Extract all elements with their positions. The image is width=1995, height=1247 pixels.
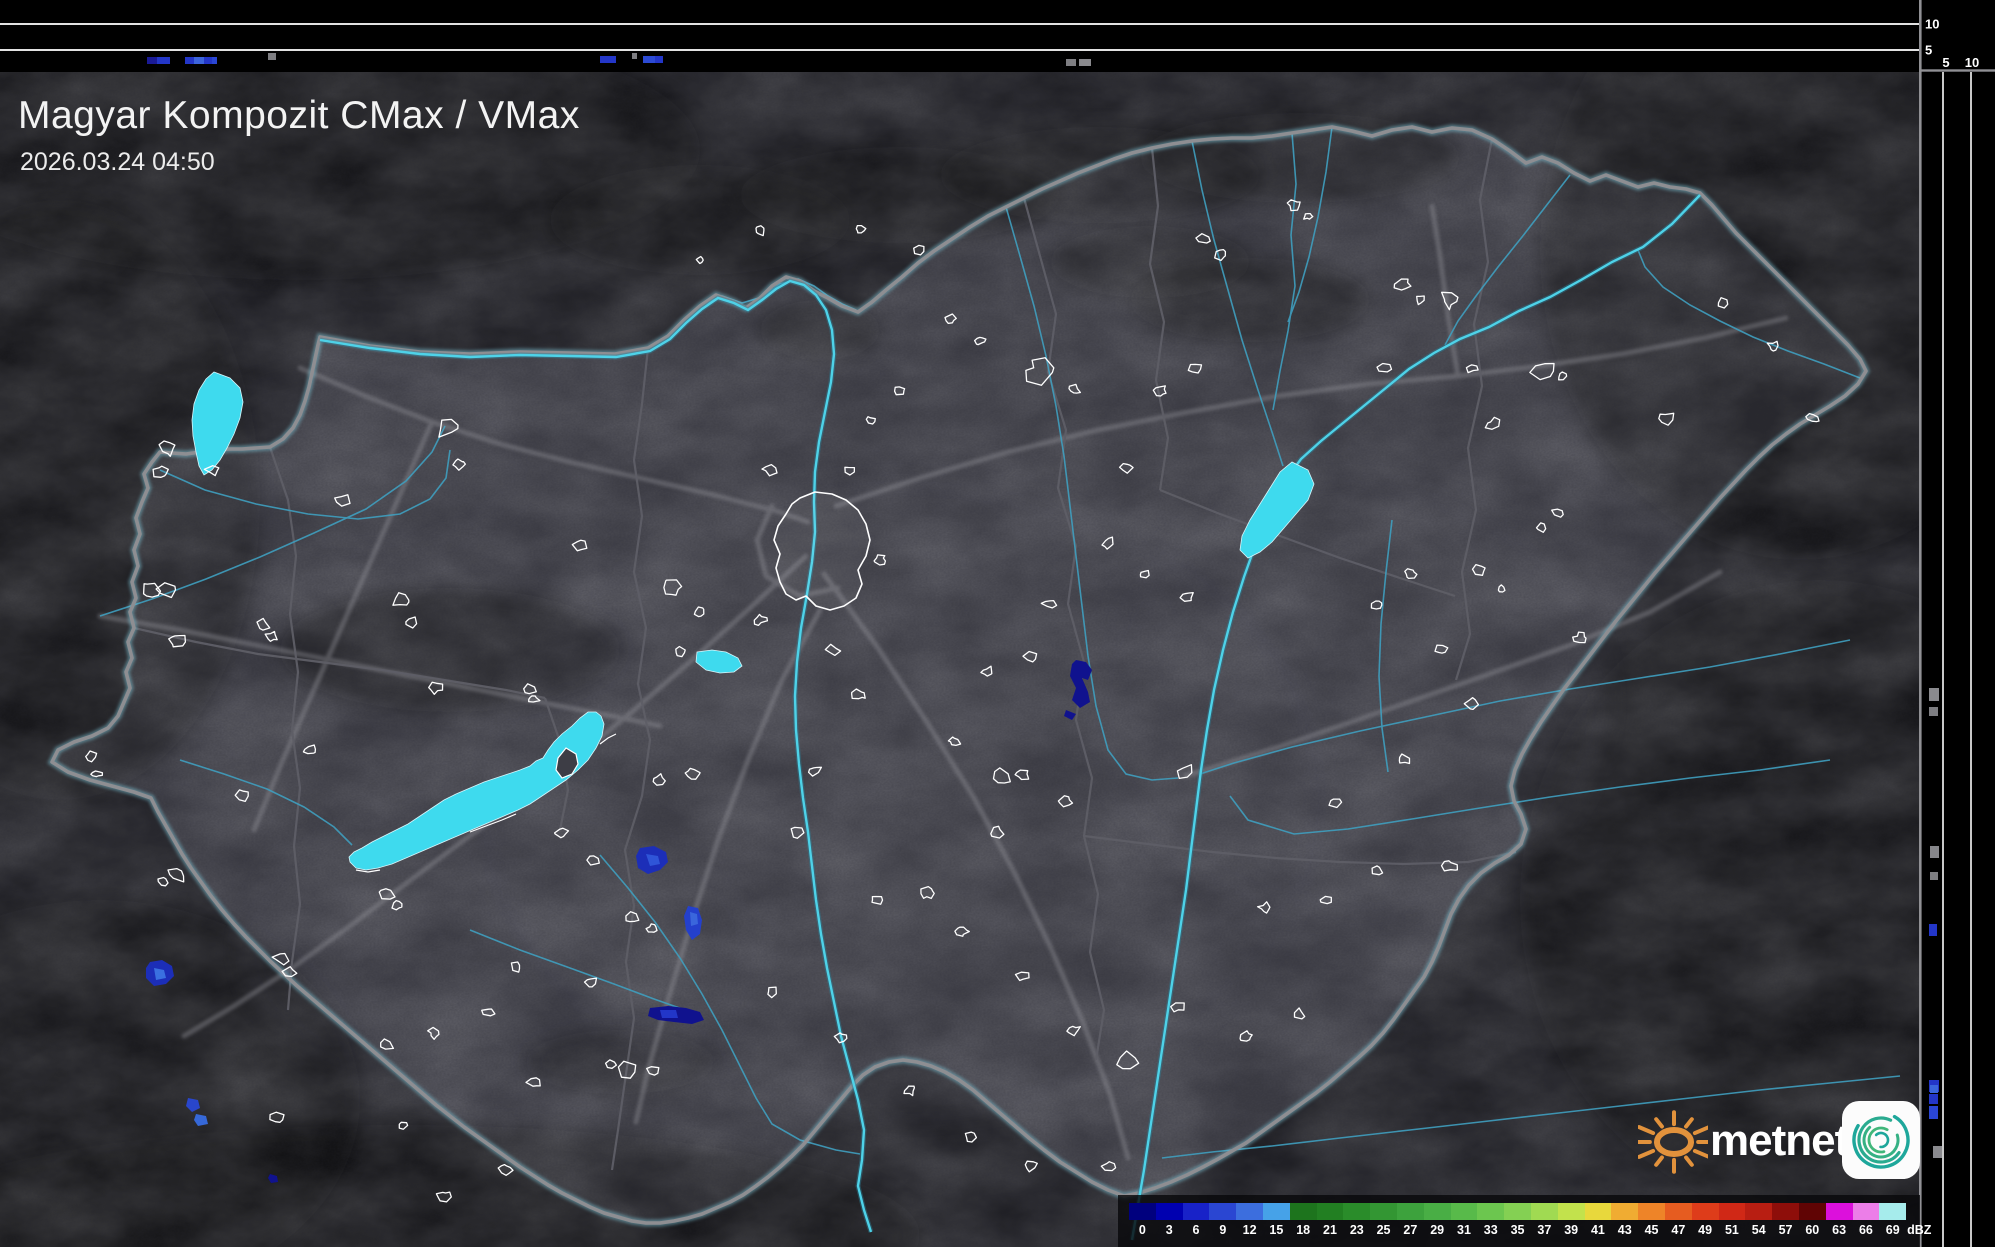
time-profile-strip[interactable] bbox=[0, 0, 1995, 72]
page-title: Magyar Kompozit CMax / VMax bbox=[18, 94, 580, 137]
dbz-tick-label: 3 bbox=[1165, 1223, 1173, 1237]
dbz-tick-label: 9 bbox=[1219, 1223, 1227, 1237]
dbz-tick-label: 29 bbox=[1430, 1223, 1445, 1237]
dbz-swatch-49 bbox=[1691, 1203, 1719, 1220]
dbz-tick-label: 57 bbox=[1778, 1223, 1793, 1237]
dbz-swatch-69 bbox=[1879, 1203, 1907, 1220]
dbz-tick-label: 31 bbox=[1457, 1223, 1471, 1237]
dbz-tick-label: 63 bbox=[1832, 1223, 1847, 1237]
dbz-swatch-41 bbox=[1584, 1203, 1612, 1220]
dbz-unit-label: dBZ bbox=[1907, 1223, 1932, 1237]
dbz-swatch-9 bbox=[1209, 1203, 1237, 1220]
side-axis-label-10km: 10 bbox=[1964, 55, 1980, 70]
dbz-swatch-15 bbox=[1262, 1203, 1290, 1220]
dbz-tick-label: 66 bbox=[1858, 1223, 1873, 1237]
dbz-swatch-21 bbox=[1316, 1203, 1344, 1220]
dbz-swatch-47 bbox=[1664, 1203, 1692, 1220]
dbz-swatch-37 bbox=[1530, 1203, 1558, 1220]
dbz-swatch-43 bbox=[1611, 1203, 1639, 1220]
metnet-logo-text[interactable]: metnet bbox=[1710, 1116, 1849, 1166]
dbz-swatch-63 bbox=[1825, 1203, 1853, 1220]
dbz-swatch-3 bbox=[1155, 1203, 1183, 1220]
dbz-tick-label: 54 bbox=[1751, 1223, 1766, 1237]
dbz-swatch-45 bbox=[1638, 1203, 1665, 1220]
dbz-tick-label: 27 bbox=[1403, 1223, 1418, 1237]
dbz-tick-label: 39 bbox=[1564, 1223, 1579, 1237]
dbz-tick-label: 51 bbox=[1724, 1223, 1739, 1237]
dbz-swatch-0 bbox=[1129, 1203, 1156, 1220]
dbz-tick-label: 60 bbox=[1805, 1223, 1820, 1237]
dbz-swatch-33 bbox=[1477, 1203, 1505, 1220]
dbz-tick-label: 49 bbox=[1698, 1223, 1713, 1237]
height-axis-label-5km: 5 bbox=[1925, 42, 1933, 58]
dbz-tick-label: 21 bbox=[1323, 1223, 1337, 1237]
dbz-tick-label: 25 bbox=[1376, 1223, 1391, 1237]
dbz-label-row: 0 3 6 9 12 15 18 21 23 25 27 29 31 33 35 37 39 41 43 45 47 49… bbox=[1129, 1223, 1941, 1237]
dbz-swatch-54 bbox=[1745, 1203, 1773, 1220]
radar-viewer: Magyar Kompozit CMax / VMax 2026.03.24 0… bbox=[0, 0, 1995, 1247]
dbz-swatch-25 bbox=[1370, 1203, 1397, 1220]
dbz-tick-label: 37 bbox=[1537, 1223, 1552, 1237]
dbz-tick-label: 12 bbox=[1242, 1223, 1257, 1237]
dbz-swatch-29 bbox=[1423, 1203, 1451, 1220]
dbz-tick-label: 41 bbox=[1590, 1223, 1605, 1237]
dbz-swatch-12 bbox=[1236, 1203, 1263, 1220]
dbz-swatch-60 bbox=[1798, 1203, 1826, 1220]
dbz-swatch-39 bbox=[1557, 1203, 1585, 1220]
dbz-tick-label: 15 bbox=[1269, 1223, 1284, 1237]
dbz-tick-label: 69 bbox=[1885, 1223, 1900, 1237]
dbz-swatch-35 bbox=[1504, 1203, 1531, 1220]
dbz-swatch-18 bbox=[1289, 1203, 1317, 1220]
dbz-tick-label: 47 bbox=[1671, 1223, 1686, 1237]
dbz-swatch-23 bbox=[1343, 1203, 1371, 1220]
dbz-tick-label: 33 bbox=[1483, 1223, 1498, 1237]
dbz-swatch-27 bbox=[1396, 1203, 1424, 1220]
metnet-sun-icon[interactable] bbox=[1638, 1096, 1708, 1186]
dbz-swatch-66 bbox=[1852, 1203, 1880, 1220]
dbz-swatch-57 bbox=[1772, 1203, 1799, 1220]
map-layers bbox=[0, 72, 1920, 1247]
metnet-app-icon[interactable] bbox=[1841, 1100, 1921, 1182]
dbz-tick-label: 23 bbox=[1349, 1223, 1364, 1237]
map-canvas[interactable] bbox=[0, 0, 1995, 1247]
timestamp: 2026.03.24 04:50 bbox=[20, 148, 215, 176]
dbz-swatch-6 bbox=[1182, 1203, 1210, 1220]
dbz-tick-label: 45 bbox=[1644, 1223, 1659, 1237]
dbz-tick-label: 43 bbox=[1617, 1223, 1632, 1237]
side-axis-label-5km: 5 bbox=[1942, 55, 1950, 70]
dbz-swatch-51 bbox=[1718, 1203, 1746, 1220]
branding: metnet bbox=[1638, 1096, 1923, 1186]
dbz-tick-label: 0 bbox=[1138, 1223, 1146, 1237]
dbz-tick-label: 18 bbox=[1296, 1223, 1311, 1237]
dbz-colorbar: 0 3 6 9 12 15 18 21 23 25 27 29 31 33 35 37 39 41 43 45 47 49… bbox=[1118, 1195, 1931, 1247]
dbz-swatch-row bbox=[1129, 1203, 1907, 1220]
height-axis-label-10km: 10 bbox=[1925, 16, 1940, 32]
dbz-tick-label: 6 bbox=[1192, 1223, 1200, 1237]
dbz-tick-label: 35 bbox=[1510, 1223, 1525, 1237]
dbz-swatch-31 bbox=[1450, 1203, 1478, 1220]
side-profile-strip[interactable] bbox=[1920, 72, 1995, 1247]
